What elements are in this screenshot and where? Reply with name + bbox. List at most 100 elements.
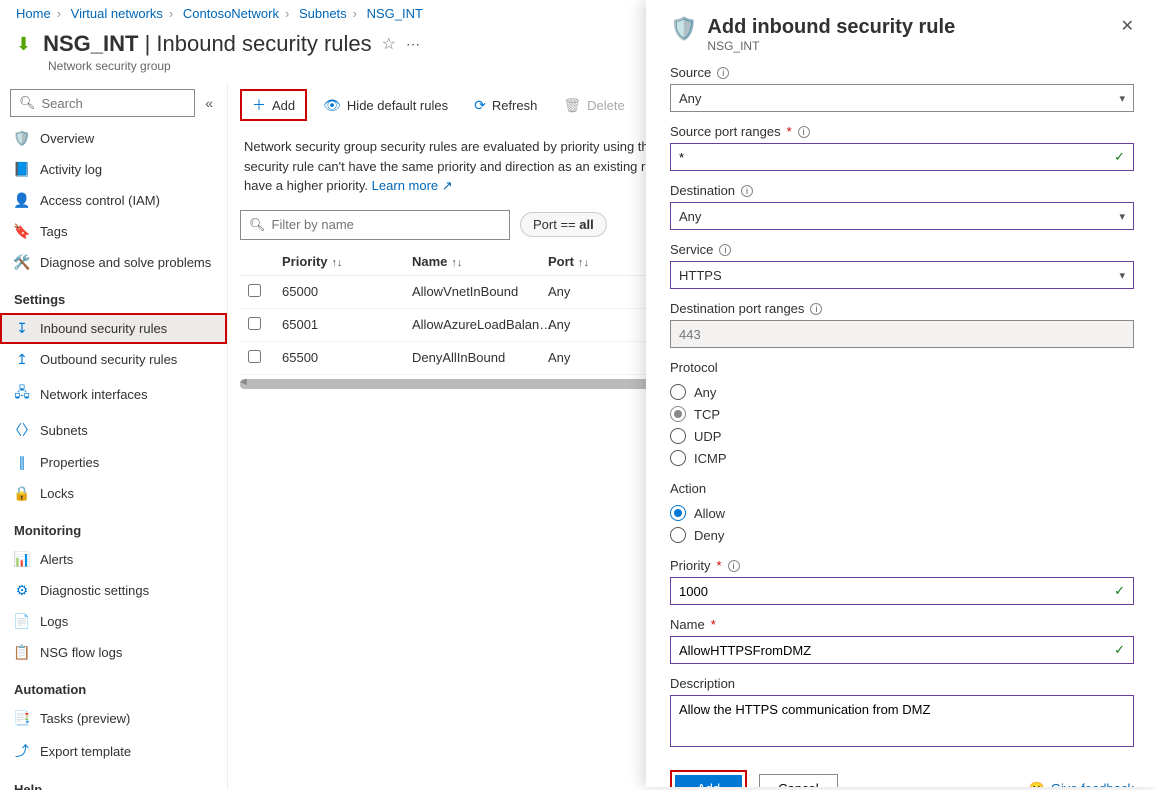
sidebar-item[interactable]: 🛠️ Diagnose and solve problems (0, 247, 227, 278)
close-icon[interactable]: ✕ (1121, 16, 1134, 36)
sidebar-item[interactable]: ↥Outbound security rules (0, 344, 227, 375)
destination-select[interactable]: Any▾ (670, 202, 1134, 230)
source-port-ranges-input[interactable] (670, 143, 1134, 171)
shield-icon: 🛡️ (670, 16, 697, 42)
sidebar-search[interactable]: 🔍︎ (10, 89, 195, 117)
destination-port-ranges-label: Destination port rangesi (670, 301, 1134, 316)
panel-cancel-button[interactable]: Cancel (759, 774, 837, 787)
sidebar-item[interactable]: ⤴ Export template (0, 734, 227, 768)
action-radio[interactable]: Allow (670, 502, 1134, 524)
protocol-radio[interactable]: TCP (670, 403, 1134, 425)
info-icon[interactable]: i (719, 244, 731, 256)
nav-label: Export template (40, 744, 131, 759)
protocol-radio[interactable]: UDP (670, 425, 1134, 447)
trash-icon: 🗑 (563, 97, 581, 114)
service-label: Servicei (670, 242, 1134, 257)
search-icon: 🔍︎ (19, 95, 36, 111)
sidebar-item[interactable]: 📘Activity log (0, 154, 227, 185)
give-feedback-link[interactable]: 🙂Give feedback (1029, 781, 1134, 788)
nav-icon: ↥ (14, 351, 30, 368)
refresh-icon: ⟳ (474, 97, 486, 114)
description-textarea[interactable] (670, 695, 1134, 747)
sidebar-item[interactable]: ↧Inbound security rules (0, 313, 227, 344)
cell-priority: 65000 (282, 284, 412, 299)
nav-label: Logs (40, 614, 68, 629)
protocol-radio[interactable]: ICMP (670, 447, 1134, 469)
person-feedback-icon: 🙂 (1029, 781, 1045, 788)
nav-icon: 🛡️ (14, 130, 30, 147)
breadcrumb-link[interactable]: Home (16, 6, 51, 21)
sidebar-item[interactable]: 📊Alerts (0, 544, 227, 575)
nav-label: Inbound security rules (40, 321, 167, 336)
chevron-down-icon: ▾ (1119, 269, 1125, 282)
row-checkbox[interactable] (248, 317, 261, 330)
source-label: Sourcei (670, 65, 1134, 80)
filter-by-name-input[interactable]: 🔍︎ (240, 210, 510, 240)
radio-icon (670, 527, 686, 543)
radio-icon (670, 505, 686, 521)
col-port[interactable]: Port↑↓ (548, 254, 638, 269)
cell-port: Any (548, 317, 638, 332)
collapse-sidebar-icon[interactable]: « (201, 91, 217, 115)
add-button[interactable]: ＋Add (240, 89, 307, 121)
row-checkbox[interactable] (248, 284, 261, 297)
service-select[interactable]: HTTPS▾ (670, 261, 1134, 289)
nav-icon: 🔒 (14, 485, 30, 502)
sidebar-item[interactable]: 🛡️Overview (0, 123, 227, 154)
nav-icon: 🔖 (14, 223, 30, 240)
favorite-icon[interactable]: ☆ (382, 34, 396, 54)
sidebar-item[interactable]: 〈〉Subnets (0, 413, 227, 447)
nav-icon: ⤴ (14, 741, 30, 761)
info-icon[interactable]: i (728, 560, 740, 572)
radio-icon (670, 450, 686, 466)
priority-input[interactable] (670, 577, 1134, 605)
learn-more-link[interactable]: Learn more ↗ (372, 178, 453, 193)
nav-label: Network interfaces (40, 387, 148, 402)
col-priority[interactable]: Priority↑↓ (282, 254, 412, 269)
sidebar-item[interactable]: 🔒Locks (0, 478, 227, 509)
hide-default-rules-button[interactable]: 👁Hide default rules (313, 93, 458, 118)
panel-add-button[interactable]: Add (675, 775, 742, 787)
sidebar-item[interactable]: 📑Tasks (preview) (0, 703, 227, 734)
nav-icon: 🛠️ (14, 254, 30, 271)
cell-name: AllowAzureLoadBalan… (412, 317, 548, 332)
page-title: NSG_INT | Inbound security rules (43, 31, 372, 57)
name-input[interactable] (670, 636, 1134, 664)
nav-label: Access control (IAM) (40, 193, 160, 208)
nav-label: Diagnose and solve problems (40, 255, 211, 270)
breadcrumb-link[interactable]: Virtual networks (71, 6, 163, 21)
breadcrumb-link[interactable]: ContosoNetwork (183, 6, 279, 21)
nav-icon: ∥ (14, 454, 30, 471)
action-radio[interactable]: Deny (670, 524, 1134, 546)
add-button-highlight: Add (670, 770, 747, 787)
sidebar-item[interactable]: 🖧Network interfaces (0, 375, 227, 413)
sidebar-item[interactable]: 📄Logs (0, 606, 227, 637)
sidebar-item[interactable]: 🔖Tags (0, 216, 227, 247)
info-icon[interactable]: i (810, 303, 822, 315)
sidebar-item[interactable]: 👤Access control (IAM) (0, 185, 227, 216)
cell-port: Any (548, 284, 638, 299)
chevron-down-icon: ▾ (1119, 210, 1125, 223)
sidebar-item[interactable]: 📋NSG flow logs (0, 637, 227, 668)
row-checkbox[interactable] (248, 350, 261, 363)
info-icon[interactable]: i (717, 67, 729, 79)
col-name[interactable]: Name↑↓ (412, 254, 548, 269)
info-icon[interactable]: i (741, 185, 753, 197)
breadcrumb-link[interactable]: NSG_INT (367, 6, 423, 21)
sidebar-search-input[interactable] (42, 96, 187, 111)
name-label: Name* (670, 617, 1134, 632)
action-label: Action (670, 481, 1134, 496)
protocol-radio[interactable]: Any (670, 381, 1134, 403)
destination-port-ranges-input: 443 (670, 320, 1134, 348)
info-icon[interactable]: i (798, 126, 810, 138)
radio-icon (670, 428, 686, 444)
sidebar-item[interactable]: ∥Properties (0, 447, 227, 478)
source-select[interactable]: Any▾ (670, 84, 1134, 112)
sidebar-item[interactable]: ⚙Diagnostic settings (0, 575, 227, 606)
port-filter-pill[interactable]: Port == all (520, 212, 607, 237)
cell-name: DenyAllInBound (412, 350, 548, 365)
breadcrumb-link[interactable]: Subnets (299, 6, 347, 21)
nav-label: Activity log (40, 162, 102, 177)
refresh-button[interactable]: ⟳Refresh (464, 93, 547, 118)
more-icon[interactable]: ⋯ (406, 36, 421, 53)
